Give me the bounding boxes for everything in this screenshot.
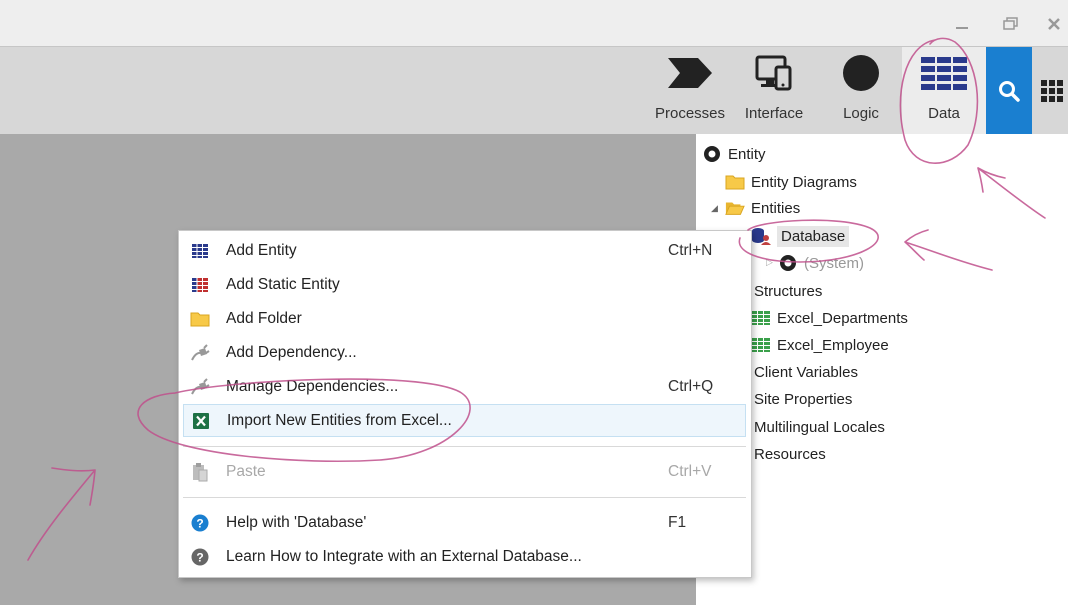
title-bar [0,0,1068,46]
entity-module-icon [704,146,720,162]
tree-item-structures[interactable]: Structures [754,279,822,303]
menu-item-shortcut: Ctrl+Q [668,377,714,395]
menu-item-add-dependency[interactable]: Add Dependency... [179,336,751,369]
tree-expander-system[interactable]: ▷ [766,257,773,268]
tree-item-label: Multilingual Locales [754,418,885,436]
menu-item-label: Manage Dependencies... [226,377,399,395]
restore-button[interactable] [999,12,1023,36]
menu-separator [183,446,746,447]
minimize-button[interactable] [950,12,974,36]
apps-grid-icon [1041,80,1063,102]
data-grid-icon [921,57,967,90]
menu-item-shortcut: Ctrl+V [668,462,712,480]
tree-item-label: Structures [754,282,823,300]
tree-item-label: Database [777,225,850,247]
menu-item-paste[interactable]: Paste Ctrl+V [179,455,751,488]
svg-text:?: ? [196,516,203,530]
tab-interface-label: Interface [744,105,804,122]
menu-item-learn-external-database[interactable]: ? Learn How to Integrate with an Externa… [179,540,751,573]
tree-item-label: Excel_Departments [777,309,908,327]
help-gray-icon: ? [191,548,209,565]
minimize-icon [956,27,968,29]
tree-expander-entities[interactable]: ◢ [711,203,718,214]
tree-item-client-variables[interactable]: Client Variables [754,360,858,384]
svg-text:?: ? [196,550,203,564]
tree-item-label: Entity Diagrams [751,173,857,191]
tree-item-label: Resources [754,445,826,463]
tree-item-entity[interactable]: Entity [702,142,766,166]
menu-item-manage-dependencies[interactable]: Manage Dependencies... Ctrl+Q [179,370,751,403]
tree-item-resources[interactable]: Resources [754,442,826,466]
tree-item-label: Client Variables [754,363,858,381]
close-icon [1048,18,1060,30]
help-icon: ? [191,514,209,531]
tab-data[interactable]: Data [902,47,986,135]
plug-icon [191,343,210,360]
menu-item-import-excel[interactable]: Import New Entities from Excel... [183,404,746,437]
menu-item-label: Help with 'Database' [226,513,367,531]
menu-item-shortcut: Ctrl+N [668,241,713,259]
static-entity-icon [192,277,208,292]
apps-button[interactable] [1036,73,1068,109]
tree-item-entities[interactable]: Entities [725,196,800,220]
main-toolbar: Processes Interface Logic Data [0,46,1068,135]
logic-circle-icon [843,55,879,91]
tree-item-multilingual-locales[interactable]: Multilingual Locales [754,415,885,439]
menu-item-label: Add Entity [226,241,297,259]
close-button[interactable] [1042,12,1066,36]
processes-chevron-icon [668,58,712,88]
interface-devices-icon [755,55,792,91]
menu-item-label: Import New Entities from Excel... [227,411,452,429]
tree-item-label: Site Properties [754,390,853,408]
system-module-icon [780,255,796,271]
folder-icon [190,312,210,326]
tab-processes[interactable]: Processes [650,47,730,135]
tree-item-excel-employee[interactable]: Excel_Employee [751,333,889,357]
tab-logic[interactable]: Logic [828,47,894,135]
menu-item-label: Paste [226,462,266,480]
structure-icon [752,338,770,352]
tab-logic-label: Logic [843,105,879,122]
menu-item-add-static-entity[interactable]: Add Static Entity [179,268,751,301]
menu-separator [183,497,746,498]
tree-item-label: Excel_Employee [777,336,889,354]
database-icon [752,228,771,245]
tree-item-database[interactable]: Database [751,224,850,248]
tab-interface[interactable]: Interface [738,47,810,135]
excel-icon [193,412,209,429]
menu-item-label: Add Folder [226,309,302,327]
tree-item-excel-departments[interactable]: Excel_Departments [751,306,908,330]
tree-item-label: Entity [728,145,766,163]
tree-item-entity-diagrams[interactable]: Entity Diagrams [725,170,857,194]
restore-icon [1003,17,1018,30]
structure-icon [752,311,770,325]
context-menu: Add Entity Ctrl+N Add Static Entity Add … [178,230,752,578]
tree-item-label: (System) [804,254,864,272]
folder-icon [725,175,745,190]
tab-processes-label: Processes [654,105,726,122]
menu-item-shortcut: F1 [668,513,687,531]
menu-item-add-entity[interactable]: Add Entity Ctrl+N [179,234,751,267]
menu-item-help-database[interactable]: ? Help with 'Database' F1 [179,506,751,539]
tree-item-label: Entities [751,199,801,217]
folder-open-icon [725,202,745,215]
tab-data-label: Data [928,105,960,122]
menu-item-label: Learn How to Integrate with an External … [226,547,582,565]
menu-item-label: Add Dependency... [226,343,357,361]
plug-icon [191,377,210,394]
paste-icon [193,462,208,481]
search-button[interactable] [986,47,1032,135]
tree-item-system[interactable]: (System) [778,251,864,275]
menu-item-add-folder[interactable]: Add Folder [179,302,751,335]
entity-table-icon [192,243,208,258]
menu-item-label: Add Static Entity [226,275,340,293]
tree-item-site-properties[interactable]: Site Properties [754,387,852,411]
search-icon [999,81,1020,102]
